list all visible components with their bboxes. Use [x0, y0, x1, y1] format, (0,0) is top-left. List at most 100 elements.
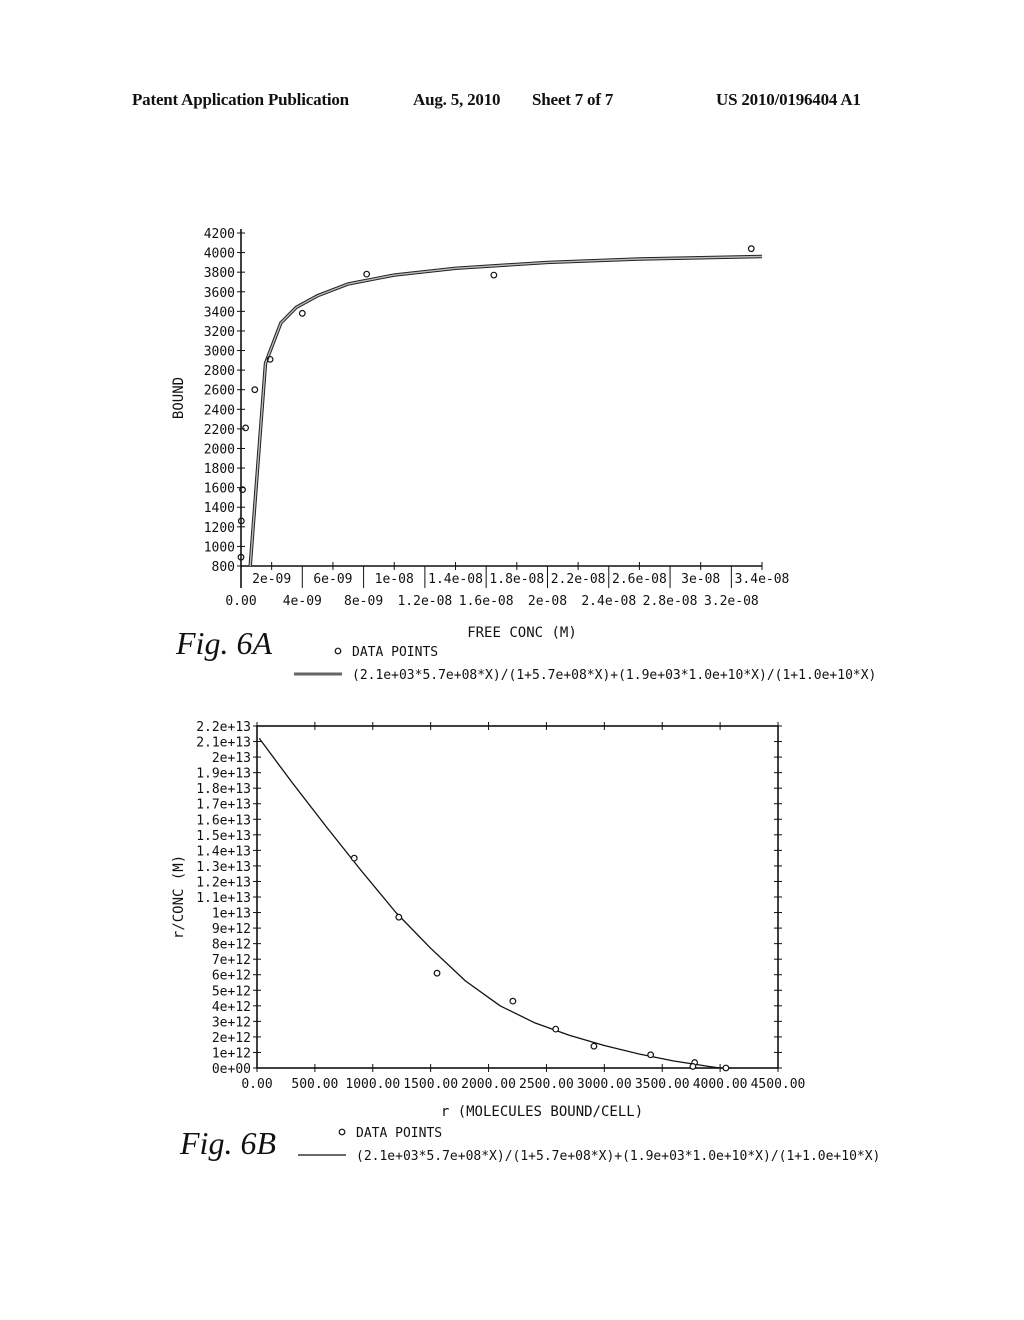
legend-data-points: DATA POINTS — [352, 645, 438, 660]
data-points — [237, 245, 755, 561]
y-tick-label: 7e+12 — [212, 953, 251, 968]
x-tick-label-lower: 0.00 — [225, 594, 256, 609]
y-tick-label: 4e+12 — [212, 1000, 251, 1015]
fit-curve — [248, 254, 763, 567]
y-tick-label: 1e+13 — [212, 907, 251, 922]
x-tick-label-upper: 1.8e-08 — [489, 572, 544, 587]
x-tick-label-lower: 4e-09 — [283, 594, 322, 609]
x-tick-label-lower: 2.4e-08 — [581, 594, 636, 609]
x-tick-label: 1500.00 — [403, 1077, 458, 1092]
x-tick-label-upper: 3e-08 — [681, 572, 720, 587]
fit-line — [258, 738, 721, 1069]
y-tick-label: 1.4e+13 — [196, 844, 251, 859]
y-tick-label: 1200 — [204, 521, 235, 536]
y-tick-label: 1800 — [204, 462, 235, 477]
x-tick-label-lower: 8e-09 — [344, 594, 383, 609]
y-tick-label: 2.2e+13 — [196, 720, 251, 735]
y-tick-label: 8e+12 — [212, 938, 251, 953]
x-tick-label: 1000.00 — [345, 1077, 400, 1092]
y-axis-title: r/CONC (M) — [171, 855, 187, 939]
data-point — [490, 271, 498, 279]
x-tick-label-lower: 3.2e-08 — [704, 594, 759, 609]
x-tick-label-upper: 1.4e-08 — [428, 572, 483, 587]
x-tick-label: 3500.00 — [635, 1077, 690, 1092]
x-tick-label-lower: 2e-08 — [528, 594, 567, 609]
y-tick-label: 3e+12 — [212, 1015, 251, 1030]
data-point — [298, 309, 306, 317]
y-tick-label: 3400 — [204, 305, 235, 320]
axes — [256, 725, 779, 1069]
plot-frame — [256, 725, 779, 1069]
x-tick-label-lower: 1.2e-08 — [397, 594, 452, 609]
data-point — [722, 1064, 730, 1072]
data-point — [395, 913, 403, 921]
x-tick-label: 2500.00 — [519, 1077, 574, 1092]
y-tick-label: 9e+12 — [212, 922, 251, 937]
y-tick-label: 1600 — [204, 482, 235, 497]
y-tick-label: 3000 — [204, 345, 235, 360]
legend-point-marker — [334, 647, 342, 655]
y-tick-label: 1.6e+13 — [196, 813, 251, 828]
data-points — [350, 854, 730, 1072]
x-ticks: 2e-09 6e-09 1e-08 1.4e-08 1.8e-08 2.2e-08 2.6e… — [225, 562, 789, 609]
data-point — [350, 854, 358, 862]
x-tick-label-upper: 2.2e-08 — [551, 572, 606, 587]
x-axis-title: r (MOLECULES BOUND/CELL) — [441, 1104, 643, 1120]
y-tick-label: 1.1e+13 — [196, 891, 251, 906]
x-tick-label: 0.00 — [241, 1077, 272, 1092]
x-tick-label-upper: 2.6e-08 — [612, 572, 667, 587]
x-tick-label-upper: 3.4e-08 — [735, 572, 790, 587]
legend-data-points: DATA POINTS — [356, 1126, 442, 1141]
x-tick-label-upper: 1e-08 — [375, 572, 414, 587]
y-tick-label: 1.2e+13 — [196, 875, 251, 890]
data-point — [433, 969, 441, 977]
y-tick-label: 4200 — [204, 227, 235, 242]
y-tick-label: 1.7e+13 — [196, 798, 251, 813]
x-tick-label: 4000.00 — [693, 1077, 748, 1092]
y-tick-label: 4000 — [204, 247, 235, 262]
x-ticks: 0.00 500.00 1000.00 1500.00 2000.00 2500.00 30… — [241, 722, 805, 1092]
y-tick-label: 2e+13 — [212, 751, 251, 766]
axes — [240, 229, 762, 588]
y-tick-label: 2600 — [204, 384, 235, 399]
y-tick-label: 6e+12 — [212, 969, 251, 984]
fit-line-outer — [248, 254, 763, 567]
y-tick-label: 1.8e+13 — [196, 782, 251, 797]
data-point — [363, 270, 371, 278]
x-tick-label: 4500.00 — [751, 1077, 806, 1092]
data-point — [689, 1063, 697, 1070]
y-tick-label: 3600 — [204, 286, 235, 301]
y-tick-label: 800 — [212, 560, 235, 575]
fit-line-inner — [249, 255, 763, 567]
y-tick-label: 1e+12 — [212, 1046, 251, 1061]
y-tick-label: 1.9e+13 — [196, 767, 251, 782]
y-tick-label: 2e+12 — [212, 1031, 251, 1046]
y-tick-label: 1.3e+13 — [196, 860, 251, 875]
fit-curve — [258, 738, 721, 1069]
x-axis-title: FREE CONC (M) — [467, 625, 577, 641]
y-tick-label: 0e+00 — [212, 1062, 251, 1077]
legend-point-marker — [338, 1128, 346, 1136]
data-point — [647, 1051, 655, 1059]
y-tick-label: 2000 — [204, 442, 235, 457]
y-tick-label: 1000 — [204, 540, 235, 555]
y-tick-label: 2400 — [204, 403, 235, 418]
x-tick-label-lower: 1.6e-08 — [459, 594, 514, 609]
data-point — [747, 245, 755, 253]
x-tick-label: 3000.00 — [577, 1077, 632, 1092]
x-tick-label: 2000.00 — [461, 1077, 516, 1092]
y-tick-label: 1.5e+13 — [196, 829, 251, 844]
y-tick-label: 2200 — [204, 423, 235, 438]
data-point — [509, 997, 517, 1005]
x-tick-label: 500.00 — [291, 1077, 338, 1092]
y-tick-label: 1400 — [204, 501, 235, 516]
data-point — [251, 386, 259, 394]
chart-fig-6a: 800 1000 1200 1400 1600 1800 2000 2200 2400 2600 2… — [171, 227, 876, 683]
x-tick-label-lower: 2.8e-08 — [643, 594, 698, 609]
y-ticks: 0e+001e+122e+123e+124e+125e+126e+127e+12… — [196, 720, 782, 1077]
y-tick-label: 2.1e+13 — [196, 736, 251, 751]
x-tick-label-upper: 6e-09 — [313, 572, 352, 587]
y-tick-label: 2800 — [204, 364, 235, 379]
data-point — [242, 424, 249, 432]
x-tick-label-upper: 2e-09 — [252, 572, 291, 587]
